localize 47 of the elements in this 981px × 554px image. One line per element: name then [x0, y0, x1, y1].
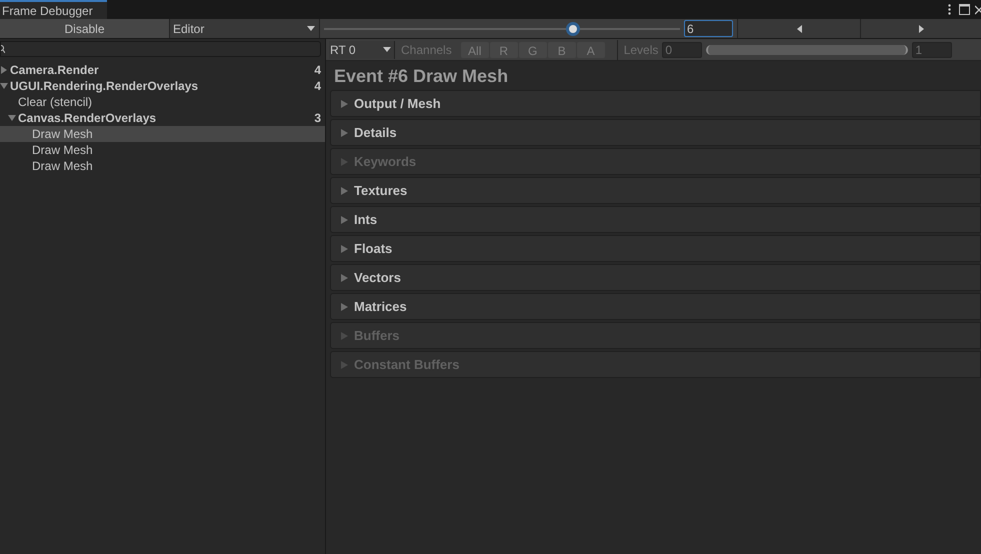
collapsed-arrow-icon: [341, 360, 348, 368]
foldout-header[interactable]: Matrices: [330, 293, 981, 320]
foldout-header[interactable]: Vectors: [330, 264, 981, 291]
maximize-icon[interactable]: [959, 4, 970, 15]
right-arrow-icon: [918, 24, 924, 32]
left-arrow-icon: [796, 24, 802, 32]
more-icon[interactable]: [948, 4, 951, 15]
tree-item-label: Clear (stencil): [18, 94, 94, 111]
collapsed-arrow-icon: [341, 274, 348, 282]
tree-item-label: UGUI.Rendering.RenderOverlays: [10, 78, 200, 95]
caret-icon: [307, 26, 315, 31]
collapsed-arrow-icon[interactable]: [0, 66, 8, 74]
collapsed-arrow-icon: [341, 216, 348, 224]
collapsed-arrow-icon: [341, 128, 348, 136]
collapsed-arrow-icon: [341, 186, 348, 194]
tree-item-label: Canvas.RenderOverlays: [18, 110, 158, 127]
caret-icon: [383, 47, 391, 52]
event-title: Event #6 Draw Mesh: [333, 65, 510, 88]
foldout-header[interactable]: Floats: [330, 235, 981, 262]
tree-item-label: Draw Mesh: [32, 142, 94, 159]
foldout-header[interactable]: Details: [330, 119, 981, 146]
levels-range-slider[interactable]: [706, 44, 908, 54]
expanded-arrow-icon[interactable]: [0, 82, 8, 90]
collapsed-arrow-icon: [341, 100, 348, 108]
collapsed-arrow-icon: [341, 332, 348, 340]
collapsed-arrow-icon: [341, 158, 348, 166]
event-count: 4: [314, 62, 321, 79]
foldout-header[interactable]: Ints: [330, 206, 981, 233]
event-count: 3: [314, 110, 321, 127]
search-icon: [1, 45, 5, 53]
window-tab[interactable]: Frame Debugger: [0, 0, 107, 19]
event-field[interactable]: 6: [684, 20, 733, 37]
expanded-arrow-icon[interactable]: [8, 114, 16, 122]
collapsed-arrow-icon: [341, 244, 348, 252]
foldout-header[interactable]: Textures: [330, 177, 981, 204]
disable-button[interactable]: Disable: [0, 19, 170, 38]
search-field[interactable]: [0, 41, 321, 57]
event-count: 4: [314, 78, 321, 95]
tree-item-label: Camera.Render: [10, 62, 100, 79]
tree-item-label: Draw Mesh: [32, 158, 94, 175]
target-dropdown[interactable]: Editor: [170, 19, 320, 38]
close-icon[interactable]: [975, 5, 981, 15]
collapsed-arrow-icon: [341, 302, 348, 310]
render-target-dropdown[interactable]: RT 0: [329, 40, 395, 58]
foldout-header[interactable]: Output / Mesh: [330, 90, 981, 117]
tree-item[interactable]: Draw Mesh: [0, 126, 325, 142]
tree-item-label: Draw Mesh: [32, 126, 94, 143]
